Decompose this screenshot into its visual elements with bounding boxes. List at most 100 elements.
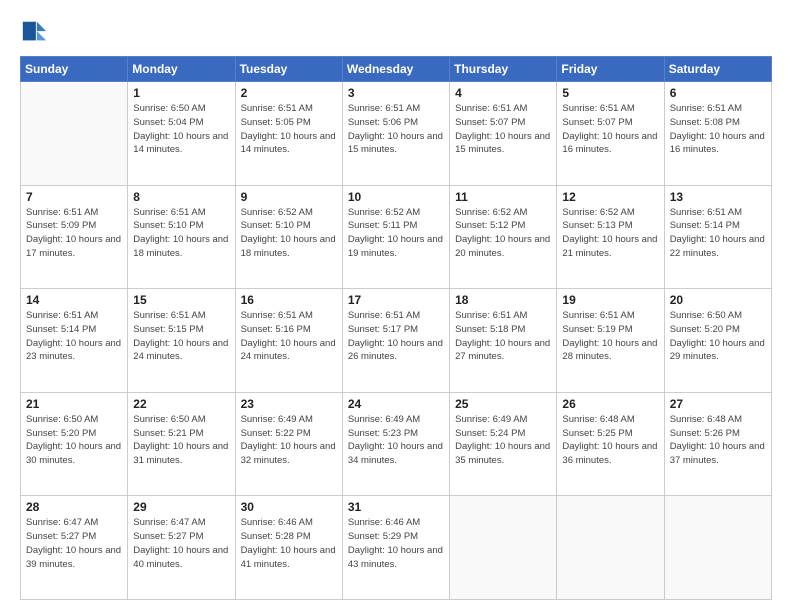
day-info: Sunrise: 6:50 AM Sunset: 5:04 PM Dayligh… (133, 102, 229, 157)
day-info: Sunrise: 6:50 AM Sunset: 5:20 PM Dayligh… (26, 413, 122, 468)
day-info: Sunrise: 6:51 AM Sunset: 5:18 PM Dayligh… (455, 309, 551, 364)
calendar-day-cell: 18 Sunrise: 6:51 AM Sunset: 5:18 PM Dayli… (450, 289, 557, 393)
calendar-table: SundayMondayTuesdayWednesdayThursdayFrid… (20, 56, 772, 600)
day-info: Sunrise: 6:51 AM Sunset: 5:07 PM Dayligh… (562, 102, 658, 157)
calendar-day-cell: 24 Sunrise: 6:49 AM Sunset: 5:23 PM Dayli… (342, 392, 449, 496)
day-number: 18 (455, 293, 551, 307)
day-number: 19 (562, 293, 658, 307)
day-number: 27 (670, 397, 766, 411)
day-number: 8 (133, 190, 229, 204)
day-number: 11 (455, 190, 551, 204)
calendar-day-cell: 9Sunrise: 6:52 AM Sunset: 5:10 PM Daylig… (235, 185, 342, 289)
day-of-week-header: Friday (557, 57, 664, 82)
calendar-day-cell: 12 Sunrise: 6:52 AM Sunset: 5:13 PM Dayli… (557, 185, 664, 289)
calendar-day-cell: 11 Sunrise: 6:52 AM Sunset: 5:12 PM Dayli… (450, 185, 557, 289)
day-number: 20 (670, 293, 766, 307)
calendar-day-cell: 7 Sunrise: 6:51 AM Sunset: 5:09 PM Daylig… (21, 185, 128, 289)
day-info: Sunrise: 6:51 AM Sunset: 5:10 PM Dayligh… (133, 206, 229, 261)
calendar-day-cell: 25Sunrise: 6:49 AM Sunset: 5:24 PM Dayli… (450, 392, 557, 496)
calendar-day-cell: 31Sunrise: 6:46 AM Sunset: 5:29 PM Dayli… (342, 496, 449, 600)
day-number: 22 (133, 397, 229, 411)
day-number: 14 (26, 293, 122, 307)
logo-icon (20, 18, 48, 46)
calendar-day-cell (557, 496, 664, 600)
day-info: Sunrise: 6:51 AM Sunset: 5:09 PM Dayligh… (26, 206, 122, 261)
calendar-day-cell (450, 496, 557, 600)
day-number: 26 (562, 397, 658, 411)
calendar-day-cell: 5 Sunrise: 6:51 AM Sunset: 5:07 PM Daylig… (557, 82, 664, 186)
day-info: Sunrise: 6:47 AM Sunset: 5:27 PM Dayligh… (26, 516, 122, 571)
day-number: 24 (348, 397, 444, 411)
day-info: Sunrise: 6:51 AM Sunset: 5:14 PM Dayligh… (26, 309, 122, 364)
day-of-week-header: Sunday (21, 57, 128, 82)
day-info: Sunrise: 6:51 AM Sunset: 5:14 PM Dayligh… (670, 206, 766, 261)
calendar-header: SundayMondayTuesdayWednesdayThursdayFrid… (21, 57, 772, 82)
calendar-day-cell: 2 Sunrise: 6:51 AM Sunset: 5:05 PM Daylig… (235, 82, 342, 186)
day-number: 7 (26, 190, 122, 204)
day-info: Sunrise: 6:50 AM Sunset: 5:21 PM Dayligh… (133, 413, 229, 468)
calendar-week-row: 21Sunrise: 6:50 AM Sunset: 5:20 PM Dayli… (21, 392, 772, 496)
calendar-day-cell: 19 Sunrise: 6:51 AM Sunset: 5:19 PM Dayli… (557, 289, 664, 393)
day-number: 23 (241, 397, 337, 411)
header (20, 18, 772, 46)
calendar-week-row: 14 Sunrise: 6:51 AM Sunset: 5:14 PM Dayli… (21, 289, 772, 393)
day-info: Sunrise: 6:51 AM Sunset: 5:08 PM Dayligh… (670, 102, 766, 157)
day-info: Sunrise: 6:51 AM Sunset: 5:05 PM Dayligh… (241, 102, 337, 157)
calendar-day-cell: 16 Sunrise: 6:51 AM Sunset: 5:16 PM Dayli… (235, 289, 342, 393)
day-number: 30 (241, 500, 337, 514)
day-info: Sunrise: 6:51 AM Sunset: 5:16 PM Dayligh… (241, 309, 337, 364)
day-info: Sunrise: 6:46 AM Sunset: 5:28 PM Dayligh… (241, 516, 337, 571)
day-of-week-header: Thursday (450, 57, 557, 82)
day-info: Sunrise: 6:48 AM Sunset: 5:25 PM Dayligh… (562, 413, 658, 468)
day-number: 4 (455, 86, 551, 100)
calendar-day-cell: 8 Sunrise: 6:51 AM Sunset: 5:10 PM Daylig… (128, 185, 235, 289)
day-of-week-header: Wednesday (342, 57, 449, 82)
day-info: Sunrise: 6:52 AM Sunset: 5:10 PM Dayligh… (241, 206, 337, 261)
calendar-day-cell: 30 Sunrise: 6:46 AM Sunset: 5:28 PM Dayli… (235, 496, 342, 600)
calendar-day-cell: 17 Sunrise: 6:51 AM Sunset: 5:17 PM Dayli… (342, 289, 449, 393)
day-number: 25 (455, 397, 551, 411)
calendar-day-cell: 22 Sunrise: 6:50 AM Sunset: 5:21 PM Dayli… (128, 392, 235, 496)
day-info: Sunrise: 6:47 AM Sunset: 5:27 PM Dayligh… (133, 516, 229, 571)
logo (20, 18, 52, 46)
day-number: 16 (241, 293, 337, 307)
day-info: Sunrise: 6:52 AM Sunset: 5:12 PM Dayligh… (455, 206, 551, 261)
day-info: Sunrise: 6:49 AM Sunset: 5:22 PM Dayligh… (241, 413, 337, 468)
day-info: Sunrise: 6:48 AM Sunset: 5:26 PM Dayligh… (670, 413, 766, 468)
day-number: 1 (133, 86, 229, 100)
day-number: 13 (670, 190, 766, 204)
calendar-day-cell: 10 Sunrise: 6:52 AM Sunset: 5:11 PM Dayli… (342, 185, 449, 289)
day-of-week-header: Saturday (664, 57, 771, 82)
day-of-week-header: Monday (128, 57, 235, 82)
day-info: Sunrise: 6:49 AM Sunset: 5:23 PM Dayligh… (348, 413, 444, 468)
page: SundayMondayTuesdayWednesdayThursdayFrid… (0, 0, 792, 612)
calendar-day-cell: 21Sunrise: 6:50 AM Sunset: 5:20 PM Dayli… (21, 392, 128, 496)
day-number: 10 (348, 190, 444, 204)
calendar-week-row: 7 Sunrise: 6:51 AM Sunset: 5:09 PM Daylig… (21, 185, 772, 289)
day-info: Sunrise: 6:51 AM Sunset: 5:19 PM Dayligh… (562, 309, 658, 364)
calendar-day-cell (664, 496, 771, 600)
day-number: 12 (562, 190, 658, 204)
calendar-day-cell: 6Sunrise: 6:51 AM Sunset: 5:08 PM Daylig… (664, 82, 771, 186)
day-number: 15 (133, 293, 229, 307)
calendar-day-cell: 13 Sunrise: 6:51 AM Sunset: 5:14 PM Dayli… (664, 185, 771, 289)
calendar-week-row: 1 Sunrise: 6:50 AM Sunset: 5:04 PM Daylig… (21, 82, 772, 186)
day-info: Sunrise: 6:52 AM Sunset: 5:13 PM Dayligh… (562, 206, 658, 261)
calendar-day-cell: 14 Sunrise: 6:51 AM Sunset: 5:14 PM Dayli… (21, 289, 128, 393)
calendar-day-cell: 29 Sunrise: 6:47 AM Sunset: 5:27 PM Dayli… (128, 496, 235, 600)
calendar-day-cell: 3Sunrise: 6:51 AM Sunset: 5:06 PM Daylig… (342, 82, 449, 186)
calendar-day-cell: 23 Sunrise: 6:49 AM Sunset: 5:22 PM Dayli… (235, 392, 342, 496)
calendar-day-cell (21, 82, 128, 186)
day-of-week-header: Tuesday (235, 57, 342, 82)
day-number: 29 (133, 500, 229, 514)
day-number: 17 (348, 293, 444, 307)
day-info: Sunrise: 6:51 AM Sunset: 5:17 PM Dayligh… (348, 309, 444, 364)
calendar-day-cell: 1 Sunrise: 6:50 AM Sunset: 5:04 PM Daylig… (128, 82, 235, 186)
day-info: Sunrise: 6:51 AM Sunset: 5:07 PM Dayligh… (455, 102, 551, 157)
day-info: Sunrise: 6:52 AM Sunset: 5:11 PM Dayligh… (348, 206, 444, 261)
day-number: 5 (562, 86, 658, 100)
calendar-day-cell: 20Sunrise: 6:50 AM Sunset: 5:20 PM Dayli… (664, 289, 771, 393)
day-number: 2 (241, 86, 337, 100)
calendar-day-cell: 27 Sunrise: 6:48 AM Sunset: 5:26 PM Dayli… (664, 392, 771, 496)
calendar-day-cell: 4 Sunrise: 6:51 AM Sunset: 5:07 PM Daylig… (450, 82, 557, 186)
